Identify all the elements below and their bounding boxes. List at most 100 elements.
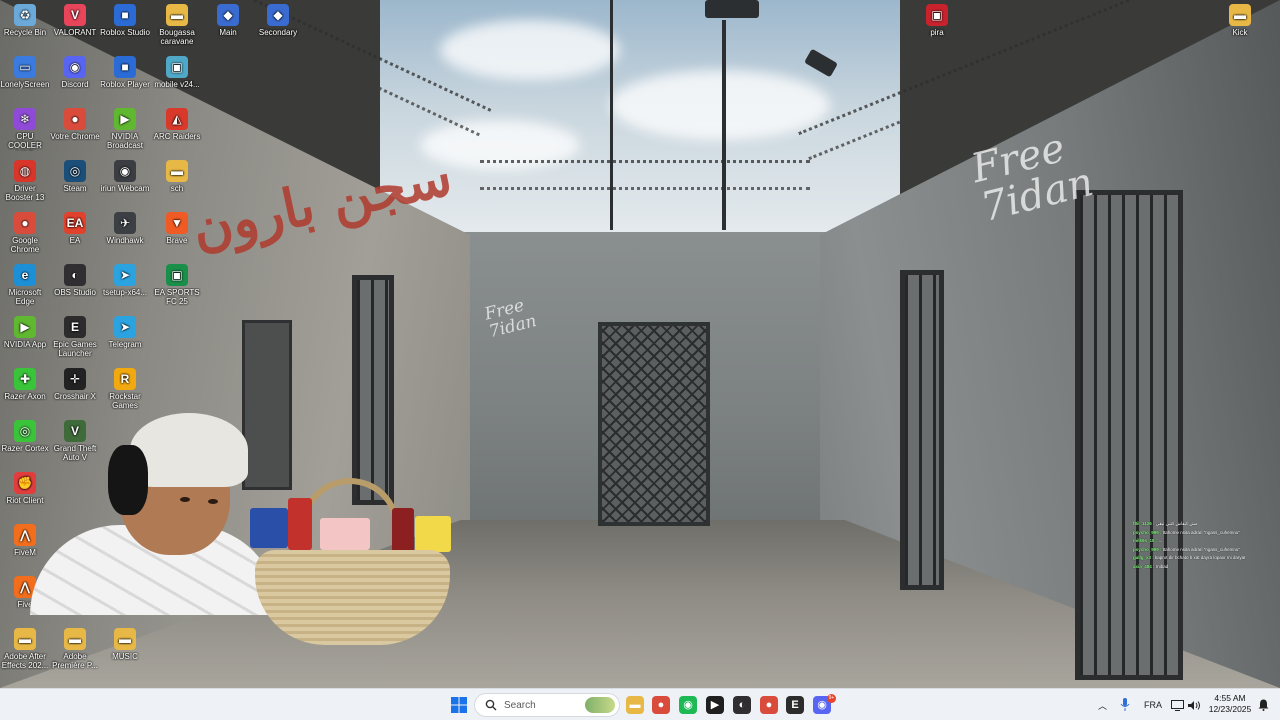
network-button[interactable] [1171, 689, 1184, 720]
desktop-icon-recycle-bin[interactable]: ♻ Recycle Bin [0, 4, 50, 37]
desktop-icon-label: Bougassa caravane [159, 28, 195, 46]
desktop-icon-roblox-player[interactable]: ■ Roblox Player [100, 56, 150, 89]
notification-button[interactable] [1258, 689, 1269, 720]
streamer-eye [180, 497, 190, 502]
grocery-basket-overlay [250, 478, 455, 648]
desktop-icon-driver-booster-13[interactable]: ◍ Driver Booster 13 [0, 160, 50, 202]
volume-button[interactable] [1188, 689, 1201, 720]
desktop-icon-secondary[interactable]: ◆ Secondary [253, 4, 303, 37]
telegram-icon: ➤ [114, 316, 136, 338]
chrome-icon-2: ● [760, 696, 778, 714]
desktop-icon-brave[interactable]: ▼ Brave [152, 212, 202, 245]
bell-icon [1258, 699, 1269, 711]
desktop-icon-ea-sports-fc-25[interactable]: ▣ EA SPORTS FC 25 [152, 264, 202, 306]
desktop-icon-obs-studio[interactable]: ◐ OBS Studio [50, 264, 100, 297]
desktop-icon-adobe-premi-re-p[interactable]: ▬ Adobe Première P... [50, 628, 100, 670]
taskbar-chrome-button[interactable]: ● [650, 694, 672, 716]
microphone-icon [1120, 698, 1130, 711]
sch-icon: ▬ [166, 160, 188, 182]
desktop-icon-label: sch [170, 184, 184, 193]
desktop-icon-main[interactable]: ◆ Main [203, 4, 253, 37]
product-box [250, 508, 288, 548]
chevron-up-icon: ︿ [1098, 700, 1108, 711]
desktop-icon-label: VALORANT [53, 28, 97, 37]
webcam-overlay [30, 405, 280, 615]
steam-icon: ◎ [64, 160, 86, 182]
headset-icon [108, 445, 148, 515]
music-icon: ▬ [114, 628, 136, 650]
desktop-icon-label: CPU COOLER V4.0 [8, 132, 42, 151]
adobe-premi-re-p-icon: ▬ [64, 628, 86, 650]
chat-text: ttahome nsita adrari "ngass_cuhemnu" [1162, 546, 1241, 552]
desktop-icon-sch[interactable]: ▬ sch [152, 160, 202, 193]
desktop-icon-label: NVIDIA Broadcast [106, 132, 144, 150]
desktop-icon-label: Steam [63, 184, 87, 193]
desktop-icon-rockstar-games[interactable]: R Rockstar Games [100, 368, 150, 410]
desktop-icon-label: Main [219, 28, 237, 37]
pira-icon: ▣ [926, 4, 948, 26]
taskbar-obs-button[interactable]: ◐ [731, 694, 753, 716]
chat-message: psycho_999 : ttahome nsita adrari "ngass… [1133, 546, 1263, 555]
desktop-icon-votre-chrome[interactable]: ● Votre Chrome [50, 108, 100, 141]
google-chrome-icon: ● [14, 212, 36, 234]
desktop-icon-lonelyscreen[interactable]: ▭ LonelyScreen [0, 56, 50, 89]
taskbar-nvidia-button[interactable]: ▶ [704, 694, 726, 716]
language-indicator[interactable]: FRA [1144, 689, 1162, 720]
chat-message: psycho_999 : ttahome nsita adrari "ngass… [1133, 529, 1263, 538]
desktop-icon-pira[interactable]: ▣ pira [912, 4, 962, 37]
microphone-button[interactable] [1120, 689, 1130, 720]
desktop-icon-bougassa-caravane[interactable]: ▬ Bougassa caravane [152, 4, 202, 46]
nvidia-app-icon: ▶ [14, 316, 36, 338]
basket-body [255, 550, 450, 645]
desktop-icon-windhawk[interactable]: ✈ Windhawk [100, 212, 150, 245]
desktop-icon-label: Epic Games Launcher [53, 340, 97, 358]
desktop-icon-label: Discord [61, 80, 89, 89]
desktop-icon-ea[interactable]: EA EA [50, 212, 100, 245]
cell-door-right-far [1075, 190, 1183, 680]
desktop-icon-label: Roblox Studio [100, 28, 150, 37]
desktop-icon-roblox-studio[interactable]: ■ Roblox Studio [100, 4, 150, 37]
clock[interactable]: 4:55 AM 12/23/2025 [1206, 693, 1254, 715]
desktop-icon-tsetup-x64[interactable]: ➤ tsetup-x64... [100, 264, 150, 297]
desktop-icon-discord[interactable]: ◉ Discord [50, 56, 100, 89]
taskbar-discord-button[interactable]: ◉ 9+ [811, 694, 836, 716]
desktop-icon-label: Secondary [258, 28, 298, 37]
floodlight [705, 0, 759, 18]
desktop-icon-steam[interactable]: ◎ Steam [50, 160, 100, 193]
desktop-icon-telegram[interactable]: ➤ Telegram [100, 316, 150, 349]
lonelyscreen-icon: ▭ [14, 56, 36, 78]
desktop-icon-iriun-webcam[interactable]: ◉ iriun Webcam [100, 160, 150, 193]
desktop-icon-cpu-cooler-v4-0[interactable]: ❄ CPU COOLER V4.0 [0, 108, 50, 151]
desktop-icon-nvidia-app[interactable]: ▶ NVIDIA App [0, 316, 50, 349]
taskbar-chrome-2-button[interactable]: ● [758, 694, 780, 716]
discord-icon: ◉ [64, 56, 86, 78]
show-hidden-icons-button[interactable]: ︿ [1098, 689, 1107, 720]
desktop-icon-microsoft-edge[interactable]: e Microsoft Edge [0, 264, 50, 306]
desktop-icon-valorant[interactable]: V VALORANT [50, 4, 100, 37]
chat-username: gallg_x3 : [1133, 555, 1154, 560]
desktop-icon-adobe-after-effects-202[interactable]: ▬ Adobe After Effects 202... [0, 628, 50, 670]
desktop-icon-crosshair-x[interactable]: ✛ Crosshair X [50, 368, 100, 401]
cell-door-left [352, 275, 394, 505]
desktop-icon-nvidia-broadcast[interactable]: ▶ NVIDIA Broadcast [100, 108, 150, 150]
taskbar-spotify-button[interactable]: ◉ [677, 694, 699, 716]
taskbar-epic-games-button[interactable]: E [784, 694, 806, 716]
windhawk-icon: ✈ [114, 212, 136, 234]
taskbar-file-explorer-button[interactable]: ▬ [624, 694, 646, 716]
desktop-icon-razer-axon[interactable]: ✚ Razer Axon [0, 368, 50, 401]
desktop-icon-kick[interactable]: ▬ Kick [1215, 4, 1265, 37]
nvidia-broadcast-icon: ▶ [114, 108, 136, 130]
desktop-icon-google-chrome[interactable]: ● Google Chrome [0, 212, 50, 254]
taskbar-search[interactable]: Search [474, 693, 620, 717]
search-icon [485, 699, 497, 711]
cpu-cooler-v4-0-icon: ❄ [14, 108, 36, 130]
razer-axon-icon: ✚ [14, 368, 36, 390]
desktop-icon-epic-games-launcher[interactable]: E Epic Games Launcher [50, 316, 100, 358]
desktop-icon-music[interactable]: ▬ MUSIC [100, 628, 150, 661]
start-button[interactable] [448, 694, 470, 716]
brave-icon: ▼ [166, 212, 188, 234]
crosshair-x-icon: ✛ [64, 368, 86, 390]
desktop-icon-mobile-v24[interactable]: ▣ mobile v24... [152, 56, 202, 89]
desktop-icon-arc-raiders[interactable]: ◭ ARC Raiders [152, 108, 202, 141]
chat-text: مش كيفاش كنتي تبقى [1155, 521, 1198, 526]
